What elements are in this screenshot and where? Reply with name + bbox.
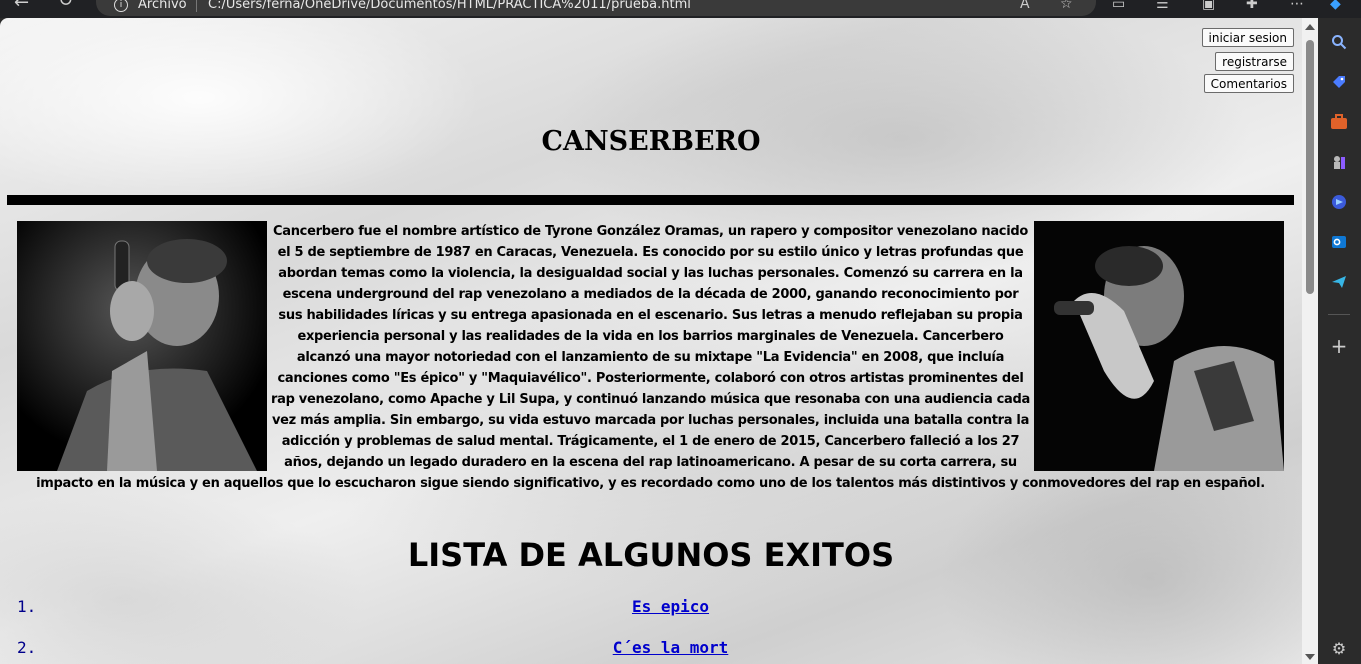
scroll-thumb[interactable] — [1306, 40, 1314, 294]
split-screen-icon[interactable]: ▭ — [1112, 0, 1125, 12]
outlook-icon[interactable] — [1329, 232, 1349, 252]
info-icon[interactable]: i — [114, 0, 128, 12]
hit-link-ces-la-mort[interactable]: C´es la mort — [0, 638, 1302, 657]
register-button[interactable]: registrarse — [1215, 52, 1294, 71]
settings-gear-icon[interactable]: ⚙ — [1329, 638, 1349, 658]
games-icon[interactable] — [1329, 152, 1349, 172]
more-menu-icon[interactable]: ⋯ — [1290, 0, 1304, 12]
sidebar-divider — [1328, 314, 1350, 315]
login-button[interactable]: iniciar sesion — [1201, 28, 1294, 47]
browser-sidebar: + ⚙ — [1318, 18, 1361, 664]
address-bar[interactable]: i Archivo C:/Users/ferna/OneDrive/Docume… — [96, 0, 1096, 16]
search-icon[interactable] — [1329, 32, 1349, 52]
page-title: CANSERBERO — [541, 126, 761, 157]
extensions-icon[interactable]: ✚ — [1246, 0, 1258, 12]
scroll-down-arrow[interactable] — [1305, 654, 1315, 660]
tools-briefcase-icon[interactable] — [1329, 112, 1349, 132]
comments-button[interactable]: Comentarios — [1203, 74, 1294, 93]
url-text[interactable]: C:/Users/ferna/OneDrive/Documentos/HTML/… — [208, 0, 691, 12]
hit-link-es-epico[interactable]: Es epico — [0, 597, 1302, 616]
address-label: Archivo — [138, 0, 187, 12]
refresh-icon[interactable]: ↻ — [58, 0, 73, 11]
send-icon[interactable] — [1329, 272, 1349, 292]
copilot-icon[interactable]: ◆ — [1330, 0, 1341, 12]
favorite-star-icon[interactable]: ☆ — [1060, 0, 1073, 12]
scroll-up-arrow[interactable] — [1305, 24, 1315, 30]
address-divider — [196, 0, 197, 12]
collections-icon[interactable]: ▣ — [1202, 0, 1215, 12]
page-viewport: iniciar sesion registrarse Comentarios C… — [0, 18, 1302, 664]
hits-title: LISTA DE ALGUNOS EXITOS — [407, 536, 895, 574]
favorites-icon[interactable]: ☰ — [1156, 0, 1169, 12]
bio-section: Cancerbero fue el nombre artístico de Ty… — [17, 221, 1284, 494]
add-icon[interactable]: + — [1329, 334, 1349, 358]
vertical-scrollbar[interactable] — [1302, 18, 1318, 664]
read-aloud-icon[interactable]: A — [1020, 0, 1030, 12]
shopping-tag-icon[interactable] — [1329, 72, 1349, 92]
back-icon[interactable]: ← — [14, 0, 29, 13]
copilot-sidebar-icon[interactable] — [1329, 192, 1349, 212]
browser-toolbar: ← ↻ i Archivo C:/Users/ferna/OneDrive/Do… — [0, 0, 1361, 18]
header-divider — [7, 195, 1294, 205]
